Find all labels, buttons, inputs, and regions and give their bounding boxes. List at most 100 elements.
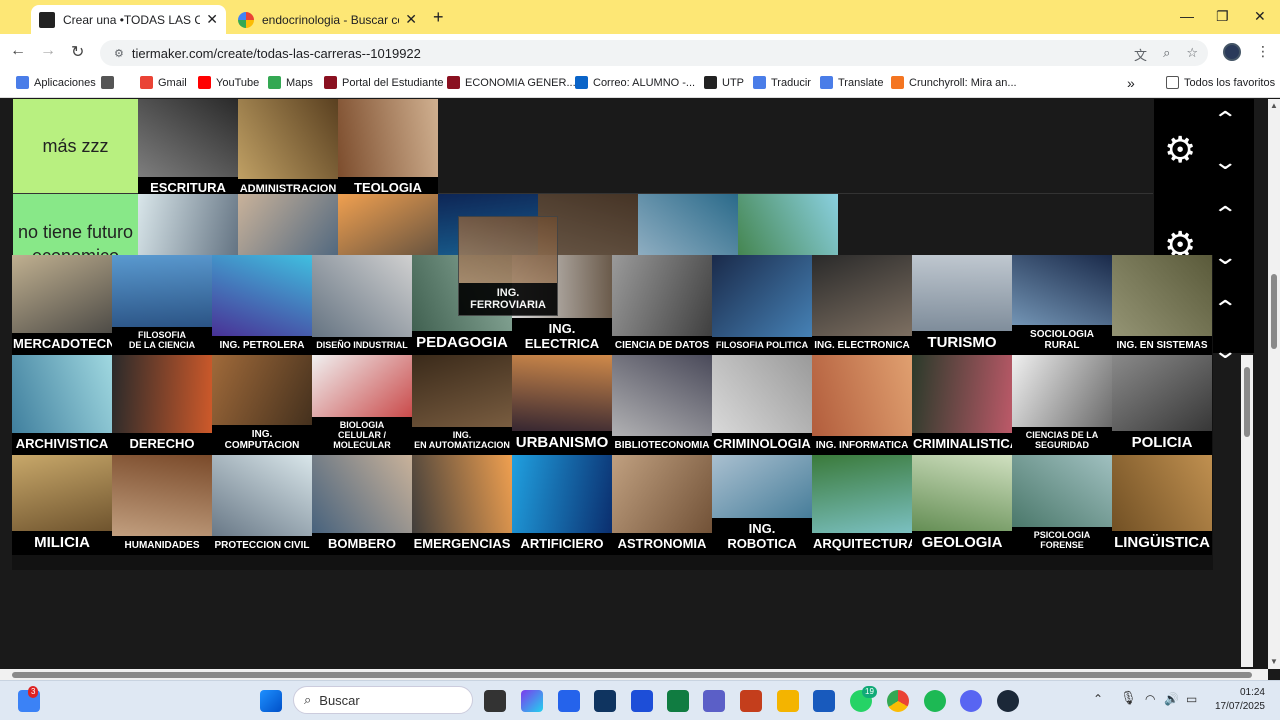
scroll-thumb[interactable] [1271,274,1277,349]
bookmark-portal-del-estudiante[interactable]: Portal del Estudiante [324,76,444,89]
career-card-milicia[interactable]: MILICIA [12,455,112,555]
discord-icon[interactable] [960,690,982,712]
bookmark-grid[interactable] [101,76,119,89]
wifi-icon[interactable]: ◠ [1145,692,1155,706]
career-card-criminalistica[interactable]: CRIMINALISTICA [912,355,1012,455]
minimize-button[interactable]: — [1180,8,1194,24]
chevron-down-icon[interactable]: ⌄ [1212,338,1238,364]
career-card-teologia[interactable]: TEOLOGIA [338,99,438,199]
career-card-ing-electronica[interactable]: ING. ELECTRONICA [812,255,912,355]
career-card-biblioteconomia[interactable]: BIBLIOTECONOMIA [612,355,712,455]
chevron-down-icon[interactable]: ⌄ [1212,149,1238,175]
career-card-arquitectura[interactable]: ARQUITECTURA [812,455,912,555]
store-icon[interactable] [558,690,580,712]
chevron-up-icon[interactable]: ⌃ [1212,296,1238,322]
taskbar-search[interactable]: ⌕ Buscar [293,686,473,714]
career-card-policia[interactable]: POLICIA [1112,355,1212,455]
steam-icon[interactable] [997,690,1019,712]
excel-icon[interactable] [667,690,689,712]
tab-google[interactable]: endocrinologia - Buscar con Google ✕ [230,5,425,34]
bookmark-utp[interactable]: UTP [704,76,744,89]
career-card-ing-informatica[interactable]: ING. INFORMATICA [812,355,912,455]
bookmark-crunchyroll-mira-an[interactable]: Crunchyroll: Mira an... [891,76,1017,89]
scroll-thumb[interactable] [12,672,1252,678]
bookmark-traducir[interactable]: Traducir [753,76,811,89]
defender-icon[interactable] [631,690,653,712]
chrome-icon[interactable] [887,690,909,712]
scroll-up-icon[interactable]: ▲ [1270,101,1278,110]
career-card-criminologia[interactable]: CRIMINOLOGIA [712,355,812,455]
back-icon[interactable]: ← [10,42,26,60]
dragging-card[interactable]: ING. FERROVIARIA [458,216,558,316]
close-window-button[interactable]: ✕ [1254,8,1266,25]
chevron-up-icon[interactable]: ⌃ [1212,202,1238,228]
career-card-ing-robotica[interactable]: ING. ROBOTICA [712,455,812,555]
career-card-escritura[interactable]: ESCRITURA [138,99,238,199]
career-card-humanidades[interactable]: HUMANIDADES [112,455,212,555]
taskbar-clock[interactable]: 01:24 17/07/2025 [1205,686,1265,714]
copilot-icon[interactable] [521,690,543,712]
volume-icon[interactable]: 🔊 [1164,692,1179,706]
zoom-icon[interactable]: ⌕ [1163,45,1170,64]
app-icon[interactable] [594,690,616,712]
bookmarks-more-button[interactable]: » [1127,75,1135,91]
page-scrollbar[interactable]: ▲ ▼ [1268,99,1280,669]
career-card-bombero[interactable]: BOMBERO [312,455,412,555]
career-card-linguistica[interactable]: LINGÜISTICA [1112,455,1212,555]
start-icon[interactable] [260,690,282,712]
explorer-icon[interactable] [777,690,799,712]
word-icon[interactable] [813,690,835,712]
career-card-ciencia-de-datos[interactable]: CIENCIA DE DATOS [612,255,712,355]
career-card-derecho[interactable]: DERECHO [112,355,212,455]
menu-icon[interactable]: ⋮ [1256,43,1270,60]
restore-button[interactable]: ❐ [1216,8,1229,25]
close-icon[interactable]: ✕ [206,11,218,28]
scroll-thumb[interactable] [1244,367,1250,437]
close-icon[interactable]: ✕ [405,11,417,28]
bookmark-star-icon[interactable]: ☆ [1186,45,1198,64]
career-card-turismo[interactable]: TURISMO [912,255,1012,355]
career-card-geologia[interactable]: GEOLOGIA [912,455,1012,555]
career-card-ing-en-sistemas[interactable]: ING. EN SISTEMAS [1112,255,1212,355]
career-card-diseno-industrial[interactable]: DISEÑO INDUSTRIAL [312,255,412,355]
site-info-icon[interactable]: ⚙ [114,47,124,60]
battery-icon[interactable]: ▭ [1186,692,1197,706]
tab-tiermaker[interactable]: Crear una •TODAS LAS CARRERAS ✕ [31,5,226,34]
horizontal-scrollbar[interactable] [0,669,1268,680]
career-card-sociologia-rural[interactable]: SOCIOLOGIA RURAL [1012,255,1112,355]
career-card-filosofia-de-la-ciencia[interactable]: FILOSOFIA DE LA CIENCIA [112,255,212,355]
teams-icon[interactable] [703,690,725,712]
career-card-ing-petrolera[interactable]: ING. PETROLERA [212,255,312,355]
career-card-astronomia[interactable]: ASTRONOMIA [612,455,712,555]
pool-scrollbar[interactable] [1241,355,1253,667]
microphone-icon[interactable]: 🎙 [1120,690,1137,706]
career-card-proteccion-civil[interactable]: PROTECCION CIVIL [212,455,312,555]
career-card-administracion[interactable]: ADMINISTRACION [238,99,338,199]
gear-icon[interactable]: ⚙ [1164,129,1196,171]
profile-avatar[interactable] [1223,43,1241,61]
career-card-biologia-celular-molecular[interactable]: BIOLOGIA CELULAR / MOLECULAR [312,355,412,455]
bookmark-translate[interactable]: Translate [820,76,883,89]
career-card-ciencias-de-la-seguridad[interactable]: CIENCIAS DE LA SEGURIDAD [1012,355,1112,455]
tray-chevron-icon[interactable]: ⌃ [1093,692,1103,706]
career-card-emergencias[interactable]: EMERGENCIAS [412,455,512,555]
career-card-artificiero[interactable]: ARTIFICIERO [512,455,612,555]
forward-icon[interactable]: → [40,42,56,60]
scroll-down-icon[interactable]: ▼ [1270,657,1278,666]
bookmark-youtube[interactable]: YouTube [198,76,259,89]
bookmark-gmail[interactable]: Gmail [140,76,187,89]
career-card-ing-computacion[interactable]: ING. COMPUTACION [212,355,312,455]
powerpoint-icon[interactable] [740,690,762,712]
career-card-ing-en-automatizacion[interactable]: ING. EN AUTOMATIZACION [412,355,512,455]
bookmark-correo-alumno[interactable]: Correo: ALUMNO -... [575,76,695,89]
career-card-psicologia-forense[interactable]: PSICOLOGIA FORENSE [1012,455,1112,555]
address-bar[interactable]: ⚙ tiermaker.com/create/todas-las-carrera… [100,40,1208,66]
bookmark-maps[interactable]: Maps [268,76,313,89]
all-bookmarks[interactable]: Todos los favoritos [1166,76,1275,89]
spotify-icon[interactable] [924,690,946,712]
career-card-mercadotecnia[interactable]: MERCADOTECNIA [12,255,112,355]
chevron-up-icon[interactable]: ⌃ [1212,107,1238,133]
career-card-archivistica[interactable]: ARCHIVISTICA [12,355,112,455]
bookmark-economia-gener[interactable]: ECONOMIA GENER... [447,76,576,89]
bookmark-aplicaciones[interactable]: Aplicaciones [16,76,96,89]
